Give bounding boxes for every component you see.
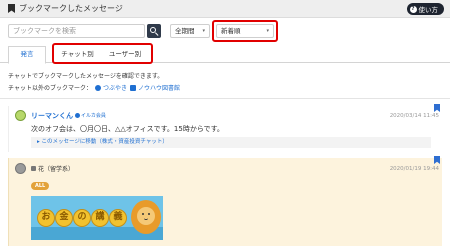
dolphin-icon: [75, 113, 80, 118]
author-name[interactable]: 花（留学系）: [38, 164, 74, 173]
banner-char-4: 講: [91, 209, 109, 227]
knowhow-library-link-label: ノウハウ図書館: [137, 85, 180, 92]
highlight-sort-box: [212, 20, 278, 42]
tsubuyaki-link-label: つぶやき: [102, 85, 127, 92]
timestamp: 2020/01/19 19:44: [389, 166, 439, 172]
period-select-value: 全期間: [175, 27, 195, 35]
title-bar: ブックマークしたメッセージ ? 使い方: [0, 0, 450, 18]
chevron-down-icon: ▾: [202, 28, 205, 34]
bookmark-icon[interactable]: [434, 156, 440, 164]
banner-char-5: 義: [109, 209, 127, 227]
message-item: リーマンくん イルカ会員 2020/03/14 11:45 次のオフ会は、〇月〇…: [8, 104, 442, 152]
avatar[interactable]: [15, 163, 26, 174]
search-input[interactable]: ブックマークを検索: [8, 24, 145, 38]
member-badge-label: イルカ会員: [81, 113, 106, 119]
question-icon: ?: [409, 5, 417, 13]
search-icon: [150, 27, 156, 33]
jump-to-message-link[interactable]: ▸ このメッセージに移動（株式・資産投資チャット）: [31, 137, 431, 148]
bookmark-icon: [8, 4, 15, 13]
divider: [0, 98, 450, 99]
help-label: 使い方: [418, 6, 439, 14]
bookmark-icon[interactable]: [434, 104, 440, 112]
speech-icon: [94, 84, 101, 91]
all-tag: ALL: [31, 182, 50, 190]
tsubuyaki-link[interactable]: つぶやき: [94, 83, 127, 92]
timestamp: 2020/03/14 11:45: [389, 113, 439, 119]
lock-icon: [31, 166, 36, 171]
book-icon: [129, 84, 136, 91]
banner-char-3: の: [73, 209, 91, 227]
other-bookmarks-line: チャット以外のブックマーク： つぶやき ノウハウ図書館: [8, 83, 180, 92]
banner-char-1: お: [37, 209, 55, 227]
avatar[interactable]: [15, 110, 26, 121]
search-button[interactable]: [147, 24, 161, 38]
other-bookmarks-label: チャット以外のブックマーク：: [8, 85, 92, 92]
message-text: 次のオフ会は、〇月〇日、△△オフィスです。15時からです。: [31, 125, 224, 133]
period-select[interactable]: 全期間 ▾: [170, 24, 210, 38]
page-title: ブックマークしたメッセージ: [19, 4, 123, 13]
banner-char-2: 金: [55, 209, 73, 227]
tab-messages[interactable]: 発言: [8, 46, 46, 64]
attached-image[interactable]: お 金 の 講 義: [31, 196, 163, 240]
knowhow-library-link[interactable]: ノウハウ図書館: [129, 83, 180, 92]
highlight-tabs-box: [52, 43, 153, 64]
help-button[interactable]: ? 使い方: [406, 3, 444, 15]
author-name[interactable]: リーマンくん: [31, 111, 73, 121]
member-badge: イルカ会員: [75, 112, 106, 119]
info-text: チャットでブックマークしたメッセージを確認できます。: [8, 73, 164, 80]
message-item: 花（留学系） 2020/01/19 19:44 ALL お 金 の 講 義: [8, 156, 442, 246]
author-line: 花（留学系）: [31, 164, 74, 173]
lion-mascot-icon: [131, 200, 161, 234]
